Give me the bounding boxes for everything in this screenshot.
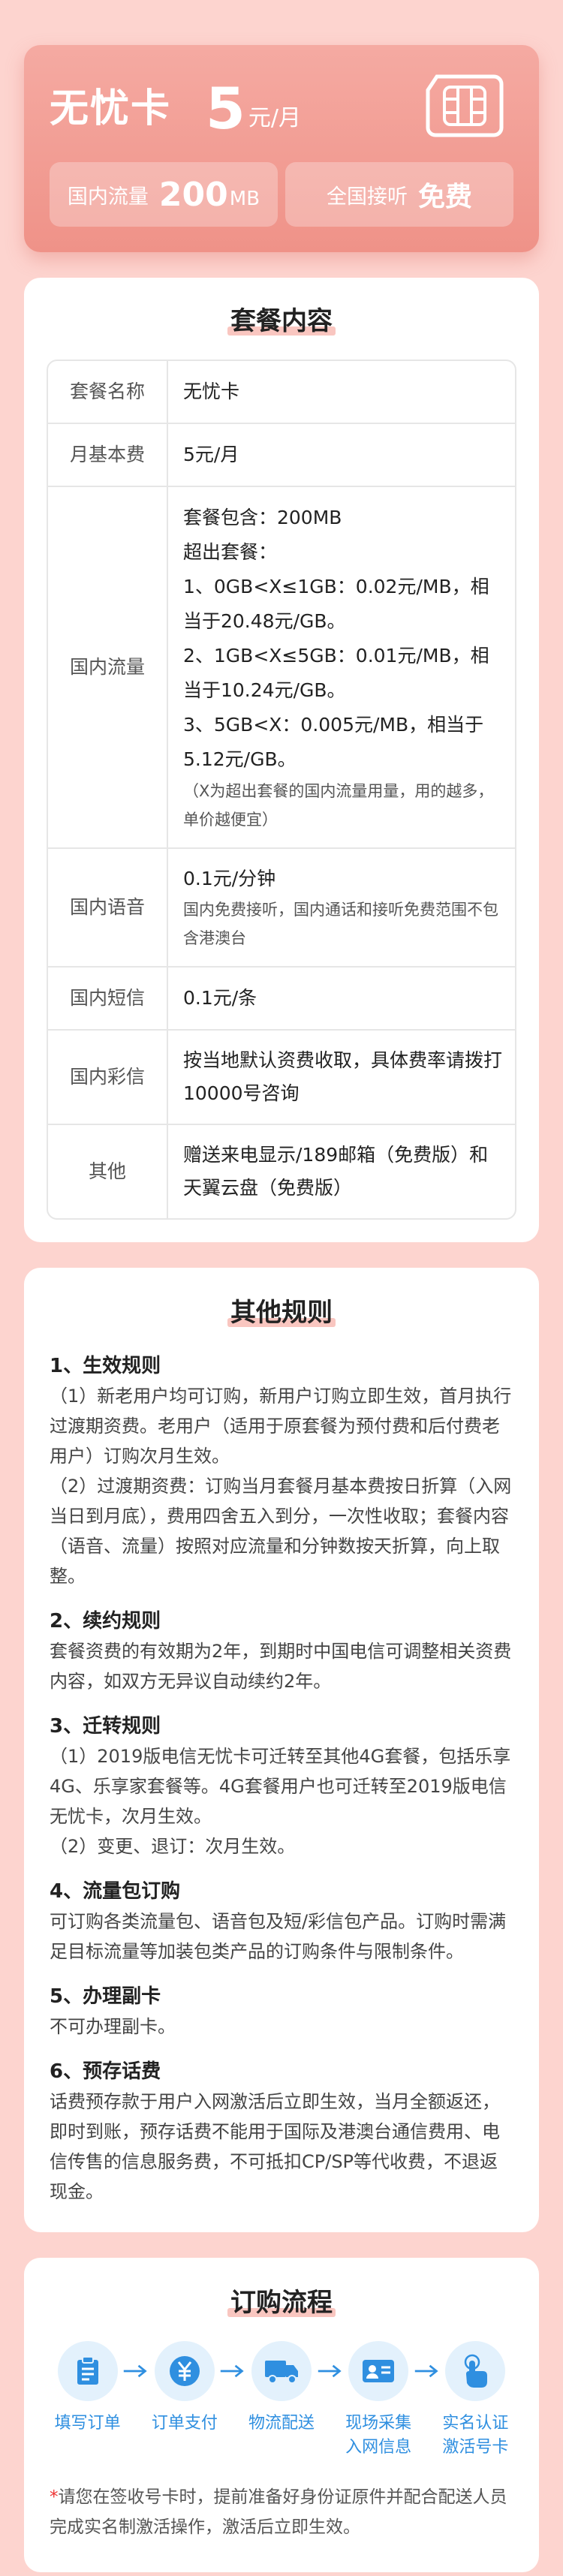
clipboard-icon xyxy=(77,2356,98,2385)
traffic-value: 200 xyxy=(158,175,228,214)
rule-sub-card: 5、办理副卡 不可办理副卡。 xyxy=(50,1982,513,2042)
traffic-unit: MB xyxy=(229,188,260,210)
row-key: 国内语音 xyxy=(48,849,168,968)
plan-price-unit: 元/月 xyxy=(248,105,302,131)
note-star: * xyxy=(50,2487,59,2507)
order-process-card: 订购流程 填写订单 订单支付 物流配送 现场采集 入网信息 实名认证 激活号卡 … xyxy=(24,2258,539,2572)
row-value: 0.1元/分钟 国内免费接听，国内通话和接听免费范围不包含港澳台 xyxy=(168,849,515,968)
call-pill: 全国接听 免费 xyxy=(285,162,513,227)
id-card-icon xyxy=(363,2360,395,2382)
rule-text: （1）新老用户均可订购，新用户订购立即生效，首月执行过渡期资费。老用户（适用于原… xyxy=(50,1386,512,1467)
row-key: 月基本费 xyxy=(48,424,168,487)
plan-name: 无忧卡 xyxy=(50,86,172,131)
plan-hero-card: 无忧卡 5 元/月 国内流量 200 MB 全国接听 免费 xyxy=(24,45,539,252)
table-row: 国内语音 0.1元/分钟 国内免费接听，国内通话和接听免费范围不包含港澳台 xyxy=(48,849,515,968)
traffic-line: 套餐包含：200MB xyxy=(183,507,342,528)
note-text: 请您在签收号卡时，提前准备好身份证原件并配合配送人员完成实名制激活操作，激活后立… xyxy=(50,2487,507,2537)
step-label: 订单支付 xyxy=(151,2414,218,2433)
other-rules-card: 其他规则 1、生效规则 （1）新老用户均可订购，新用户订购立即生效，首月执行过渡… xyxy=(24,1268,539,2232)
step-label: 填写订单 xyxy=(54,2414,121,2433)
plan-content-card: 套餐内容 套餐名称 无忧卡 月基本费 5元/月 国内流量 套餐包含：200MB … xyxy=(24,278,539,1242)
table-row: 国内短信 0.1元/条 xyxy=(48,968,515,1031)
rule-text: 套餐资费的有效期为2年，到期时中国电信可调整相关资费内容，如双方无异议自动续约2… xyxy=(50,1641,512,1692)
truck-icon xyxy=(264,2361,298,2384)
plan-price: 5 xyxy=(206,75,245,142)
step-label: 实名认证 激活号卡 xyxy=(442,2414,509,2457)
voice-note: 国内免费接听，国内通话和接听免费范围不包含港澳台 xyxy=(183,901,498,947)
rule-data-pack: 4、流量包订购 可订购各类流量包、语音包及短/彩信包产品。订购时需满足目标流量等… xyxy=(50,1876,513,1967)
rule-title: 5、办理副卡 xyxy=(50,1985,161,2008)
row-value: 无忧卡 xyxy=(168,361,515,424)
traffic-line: 超出套餐： xyxy=(183,541,278,563)
arrow-right-icon xyxy=(124,2364,147,2378)
step-collect-info: 现场采集 入网信息 xyxy=(344,2341,414,2460)
traffic-line: 3、5GB<X：0.005元/MB，相当于5.12元/GB。 xyxy=(183,714,484,770)
other-rules-title: 其他规则 xyxy=(50,1292,513,1329)
row-value: 0.1元/条 xyxy=(168,968,515,1031)
step-fill-order: 填写订单 xyxy=(53,2341,122,2436)
rule-title: 4、流量包订购 xyxy=(50,1880,181,1903)
rule-title: 6、预存话费 xyxy=(50,2060,161,2083)
traffic-line: 1、0GB<X≤1GB：0.02元/MB，相当于20.48元/GB。 xyxy=(183,576,489,632)
rule-prepaid: 6、预存话费 话费预存款于用户入网激活后立即生效，当月全额返还，即时到账，预存话… xyxy=(50,2057,513,2207)
row-key: 其他 xyxy=(48,1125,168,1218)
delivery-note: *请您在签收号卡时，提前准备好身份证原件并配合配送人员完成实名制激活操作，激活后… xyxy=(47,2482,516,2542)
table-row: 国内彩信 按当地默认资费收取，具体费率请拨打10000号咨询 xyxy=(48,1031,515,1125)
order-process-title: 订购流程 xyxy=(47,2282,516,2319)
row-key: 国内流量 xyxy=(48,487,168,849)
hand-tap-icon xyxy=(465,2354,488,2388)
traffic-note: （X为超出套餐的国内流量用量，用的越多，单价越便宜） xyxy=(183,782,494,829)
rule-text: 可订购各类流量包、语音包及短/彩信包产品。订购时需满足目标流量等加装包类产品的订… xyxy=(50,1911,507,1962)
rule-text: 话费预存款于用户入网激活后立即生效，当月全额返还，即时到账，预存话费不能用于国际… xyxy=(50,2091,500,2202)
row-value: 5元/月 xyxy=(168,424,515,487)
arrow-right-icon xyxy=(414,2364,438,2378)
process-steps: 填写订单 订单支付 物流配送 现场采集 入网信息 实名认证 激活号卡 xyxy=(47,2341,516,2460)
plan-table: 套餐名称 无忧卡 月基本费 5元/月 国内流量 套餐包含：200MB 超出套餐：… xyxy=(47,360,516,1220)
rule-title: 2、续约规则 xyxy=(50,1610,161,1633)
step-delivery: 物流配送 xyxy=(246,2341,316,2436)
arrow-right-icon xyxy=(221,2364,245,2378)
page: 无忧卡 5 元/月 国内流量 200 MB 全国接听 免费 套餐内容 套餐名称 … xyxy=(0,0,563,2576)
yuan-icon xyxy=(169,2356,200,2386)
rule-text: 不可办理副卡。 xyxy=(50,2016,176,2037)
rule-text: （2）变更、退订：次月生效。 xyxy=(50,1836,296,1857)
step-label: 物流配送 xyxy=(248,2414,315,2433)
table-row: 月基本费 5元/月 xyxy=(48,424,515,487)
call-label: 全国接听 xyxy=(326,185,408,209)
call-value: 免费 xyxy=(417,182,472,212)
row-key: 国内短信 xyxy=(48,968,168,1031)
plan-content-title: 套餐内容 xyxy=(47,300,516,337)
traffic-pill: 国内流量 200 MB xyxy=(50,162,278,227)
rule-title: 1、生效规则 xyxy=(50,1355,161,1377)
sim-card-icon xyxy=(426,74,504,137)
table-row: 其他 赠送来电显示/189邮箱（免费版）和天翼云盘（免费版） xyxy=(48,1125,515,1218)
row-value: 套餐包含：200MB 超出套餐： 1、0GB<X≤1GB：0.02元/MB，相当… xyxy=(168,487,515,849)
row-value: 按当地默认资费收取，具体费率请拨打10000号咨询 xyxy=(168,1031,515,1125)
rule-effective: 1、生效规则 （1）新老用户均可订购，新用户订购立即生效，首月执行过渡期资费。老… xyxy=(50,1351,513,1591)
step-verify-activate: 实名认证 激活号卡 xyxy=(441,2341,510,2460)
rule-text: （1）2019版电信无忧卡可迁转至其他4G套餐，包括乐享4G、乐享家套餐等。4G… xyxy=(50,1746,511,1827)
step-pay: 订单支付 xyxy=(149,2341,219,2436)
row-key: 套餐名称 xyxy=(48,361,168,424)
step-label: 现场采集 入网信息 xyxy=(345,2414,412,2457)
traffic-label: 国内流量 xyxy=(67,185,149,209)
rule-renewal: 2、续约规则 套餐资费的有效期为2年，到期时中国电信可调整相关资费内容，如双方无… xyxy=(50,1606,513,1696)
table-row: 套餐名称 无忧卡 xyxy=(48,361,515,424)
row-key: 国内彩信 xyxy=(48,1031,168,1125)
table-row: 国内流量 套餐包含：200MB 超出套餐： 1、0GB<X≤1GB：0.02元/… xyxy=(48,487,515,849)
voice-value: 0.1元/分钟 xyxy=(183,868,276,889)
arrow-right-icon xyxy=(318,2364,342,2378)
rule-text: （2）过渡期资费：订购当月套餐月基本费按日折算（入网当日到月底），费用四舍五入到… xyxy=(50,1476,512,1587)
rule-title: 3、迁转规则 xyxy=(50,1715,161,1738)
rule-migration: 3、迁转规则 （1）2019版电信无忧卡可迁转至其他4G套餐，包括乐享4G、乐享… xyxy=(50,1711,513,1861)
row-value: 赠送来电显示/189邮箱（免费版）和天翼云盘（免费版） xyxy=(183,1144,489,1199)
traffic-line: 2、1GB<X≤5GB：0.01元/MB，相当于10.24元/GB。 xyxy=(183,645,489,701)
